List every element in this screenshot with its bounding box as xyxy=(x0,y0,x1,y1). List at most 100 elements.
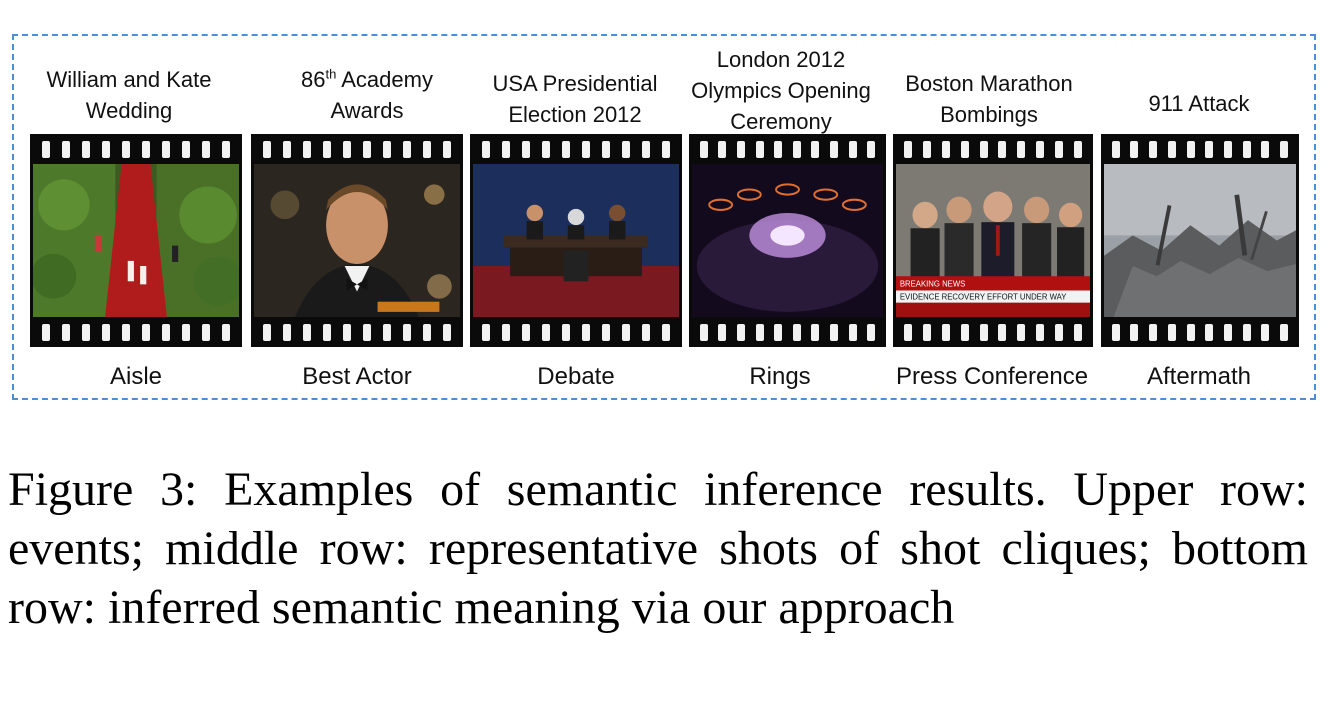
sprocket-hole xyxy=(502,323,510,341)
sprocket-hole xyxy=(960,140,969,158)
sprocket-hole xyxy=(443,140,451,158)
sprocket-hole xyxy=(1130,140,1139,158)
sprocket-hole xyxy=(1167,140,1176,158)
sprocket-hole xyxy=(582,323,590,341)
inferred-label: Aisle xyxy=(109,363,163,390)
sprocket-hole xyxy=(1205,140,1214,158)
sprocket-hole xyxy=(1074,323,1083,341)
actor-image xyxy=(254,164,460,317)
sprocket-hole xyxy=(443,323,451,341)
sprocket-hole xyxy=(323,140,331,158)
sprocket-hole xyxy=(718,323,727,341)
sprocket-hole xyxy=(82,140,90,158)
ticker-breaking: BREAKING NEWS xyxy=(900,279,965,288)
sprocket-hole xyxy=(1186,323,1195,341)
sprocket-hole xyxy=(283,323,291,341)
sprocket-hole xyxy=(343,323,351,341)
sprocket-hole xyxy=(1280,140,1289,158)
sprocket-hole xyxy=(182,323,190,341)
sprocket-hole xyxy=(622,140,630,158)
sprocket-hole xyxy=(62,140,70,158)
inferred-label: Press Conference xyxy=(895,363,1089,390)
sprocket-hole xyxy=(998,323,1007,341)
sprocket-hole xyxy=(383,140,391,158)
sprocket-hole xyxy=(1017,140,1026,158)
sprocket-hole xyxy=(42,140,50,158)
sprocket-hole xyxy=(736,140,745,158)
sprocket-hole xyxy=(423,323,431,341)
sprocket-hole xyxy=(1242,323,1251,341)
sprocket-hole xyxy=(755,323,764,341)
sprocket-hole xyxy=(202,323,210,341)
sprocket-hole xyxy=(222,140,230,158)
sprocket-hole xyxy=(1111,140,1120,158)
film-strip: BREAKING NEWS EVIDENCE RECOVERY EFFORT U… xyxy=(893,134,1093,347)
sprocket-hole xyxy=(263,323,271,341)
sprocket-hole xyxy=(602,140,610,158)
sprocket-hole xyxy=(162,140,170,158)
press-conference-image: BREAKING NEWS EVIDENCE RECOVERY EFFORT U… xyxy=(896,164,1090,317)
film-strip xyxy=(689,134,886,347)
event-title: Boston Marathon Bombings xyxy=(905,71,1073,127)
sprocket-hole xyxy=(1261,140,1270,158)
sprocket-hole xyxy=(848,323,857,341)
rubble-image xyxy=(1104,164,1296,317)
sprocket-hole xyxy=(162,323,170,341)
sprocket-hole xyxy=(1130,323,1139,341)
event-title: William and Kate Wedding xyxy=(46,67,212,123)
sprocket-hole xyxy=(1055,323,1064,341)
sprocket-hole xyxy=(522,140,530,158)
sprocket-hole xyxy=(343,140,351,158)
sprocket-hole xyxy=(323,323,331,341)
sprocket-hole xyxy=(263,140,271,158)
sprocket-hole xyxy=(562,323,570,341)
sprocket-hole xyxy=(1186,140,1195,158)
sprocket-hole xyxy=(482,140,490,158)
sprocket-hole xyxy=(482,323,490,341)
event-title: London 2012 Olympics Opening Ceremony xyxy=(691,47,871,134)
sprocket-hole xyxy=(303,140,311,158)
sprocket-hole xyxy=(102,323,110,341)
olympic-rings-image xyxy=(692,164,883,317)
sprocket-hole xyxy=(542,323,550,341)
sprocket-hole xyxy=(811,323,820,341)
sprocket-hole xyxy=(811,140,820,158)
sprocket-hole xyxy=(1149,140,1158,158)
sprocket-hole xyxy=(903,140,912,158)
sprocket-hole xyxy=(363,323,371,341)
inferred-label: Aftermath xyxy=(1146,363,1252,390)
sprocket-hole xyxy=(142,140,150,158)
sprocket-hole xyxy=(736,323,745,341)
sprocket-hole xyxy=(423,140,431,158)
sprocket-hole xyxy=(848,140,857,158)
sprocket-hole xyxy=(642,323,650,341)
sprocket-hole xyxy=(522,323,530,341)
sprocket-hole xyxy=(122,140,130,158)
sprocket-hole xyxy=(1224,323,1233,341)
sprocket-hole xyxy=(755,140,764,158)
sprocket-hole xyxy=(1149,323,1158,341)
sprocket-hole xyxy=(283,140,291,158)
sprocket-hole xyxy=(998,140,1007,158)
wedding-aisle-image xyxy=(33,164,239,317)
sprocket-hole xyxy=(1036,140,1045,158)
sprocket-hole xyxy=(182,140,190,158)
inferred-label: Debate xyxy=(537,363,615,390)
sprocket-hole xyxy=(830,323,838,341)
sprocket-hole xyxy=(1055,140,1064,158)
sprocket-hole xyxy=(383,323,391,341)
debate-stage-image xyxy=(473,164,679,317)
sprocket-hole xyxy=(582,140,590,158)
sprocket-hole xyxy=(903,323,912,341)
sprocket-hole xyxy=(1280,323,1289,341)
sprocket-hole xyxy=(922,140,931,158)
sprocket-hole xyxy=(979,140,988,158)
sprocket-hole xyxy=(1074,140,1083,158)
sprocket-hole xyxy=(774,323,783,341)
sprocket-hole xyxy=(941,140,950,158)
film-strip xyxy=(1101,134,1299,347)
sprocket-hole xyxy=(403,140,411,158)
sprocket-hole xyxy=(830,140,838,158)
sprocket-hole xyxy=(502,140,510,158)
sprocket-hole xyxy=(122,323,130,341)
